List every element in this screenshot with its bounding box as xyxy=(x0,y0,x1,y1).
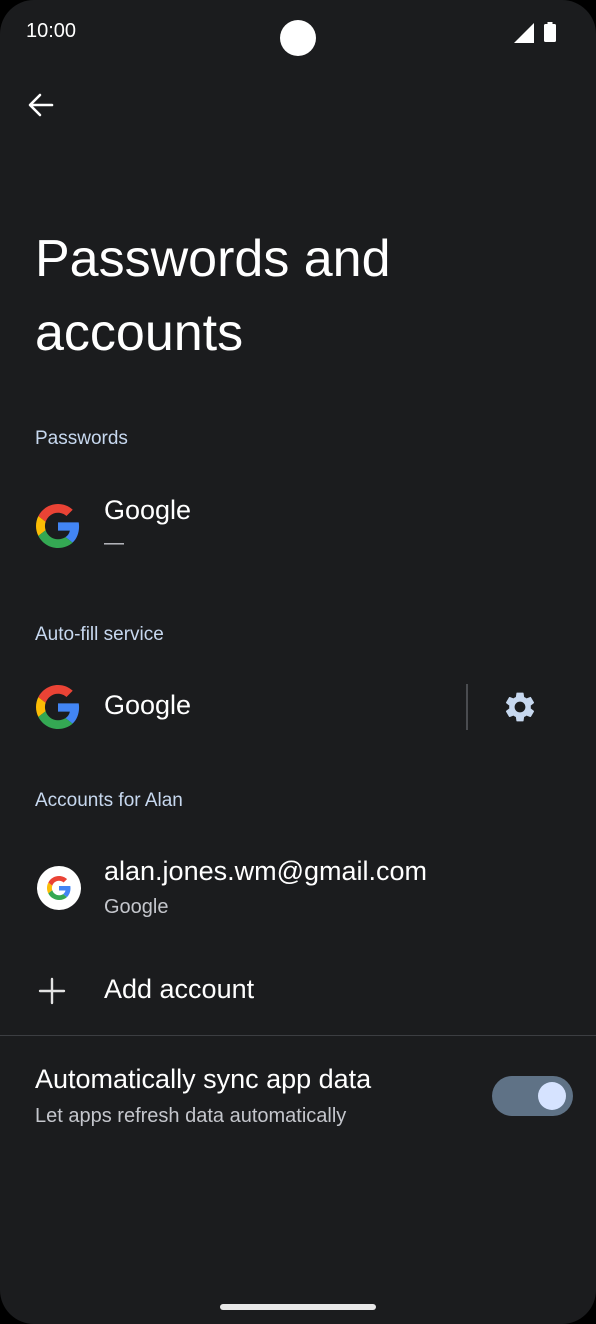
add-account-button[interactable]: Add account xyxy=(0,950,596,1032)
account-type: Google xyxy=(104,896,169,918)
battery-icon xyxy=(544,22,556,42)
google-g-icon xyxy=(36,504,80,548)
page-title: Passwords and accounts xyxy=(35,230,391,362)
signal-icon xyxy=(514,23,534,43)
autofill-provider-name: Google xyxy=(104,690,192,720)
status-time: 10:00 xyxy=(26,20,77,42)
passwords-and-accounts-screen: 10:00 Passwords and accounts Passwords G… xyxy=(0,0,596,1324)
toggle-thumb xyxy=(538,1082,566,1110)
auto-sync-subtitle: Let apps refresh data automatically xyxy=(35,1105,347,1127)
section-label-autofill: Auto-fill service xyxy=(35,624,164,645)
section-label-accounts: Accounts for Alan xyxy=(35,790,183,811)
arrow-back-icon[interactable] xyxy=(26,90,56,120)
google-g-icon xyxy=(47,876,71,900)
plus-icon xyxy=(38,977,66,1005)
section-label-passwords: Passwords xyxy=(35,428,128,449)
divider xyxy=(0,1035,596,1036)
passwords-provider-summary: — xyxy=(104,532,124,554)
passwords-google-row[interactable]: Google — xyxy=(0,480,596,580)
google-g-icon xyxy=(36,685,80,729)
gear-icon[interactable] xyxy=(502,689,538,725)
auto-sync-toggle[interactable] xyxy=(492,1076,573,1116)
account-email: alan.jones.wm@gmail.com xyxy=(104,856,428,886)
autofill-google-row[interactable]: Google xyxy=(0,664,466,752)
passwords-provider-name: Google xyxy=(104,495,192,525)
auto-sync-title: Automatically sync app data xyxy=(35,1064,372,1094)
account-row[interactable]: alan.jones.wm@gmail.com Google xyxy=(0,840,596,940)
avatar xyxy=(37,866,81,910)
status-bar: 10:00 xyxy=(0,0,596,64)
camera-cutout xyxy=(280,20,316,56)
add-account-label: Add account xyxy=(104,974,255,1004)
vertical-divider xyxy=(466,684,468,730)
home-indicator[interactable] xyxy=(220,1304,376,1310)
